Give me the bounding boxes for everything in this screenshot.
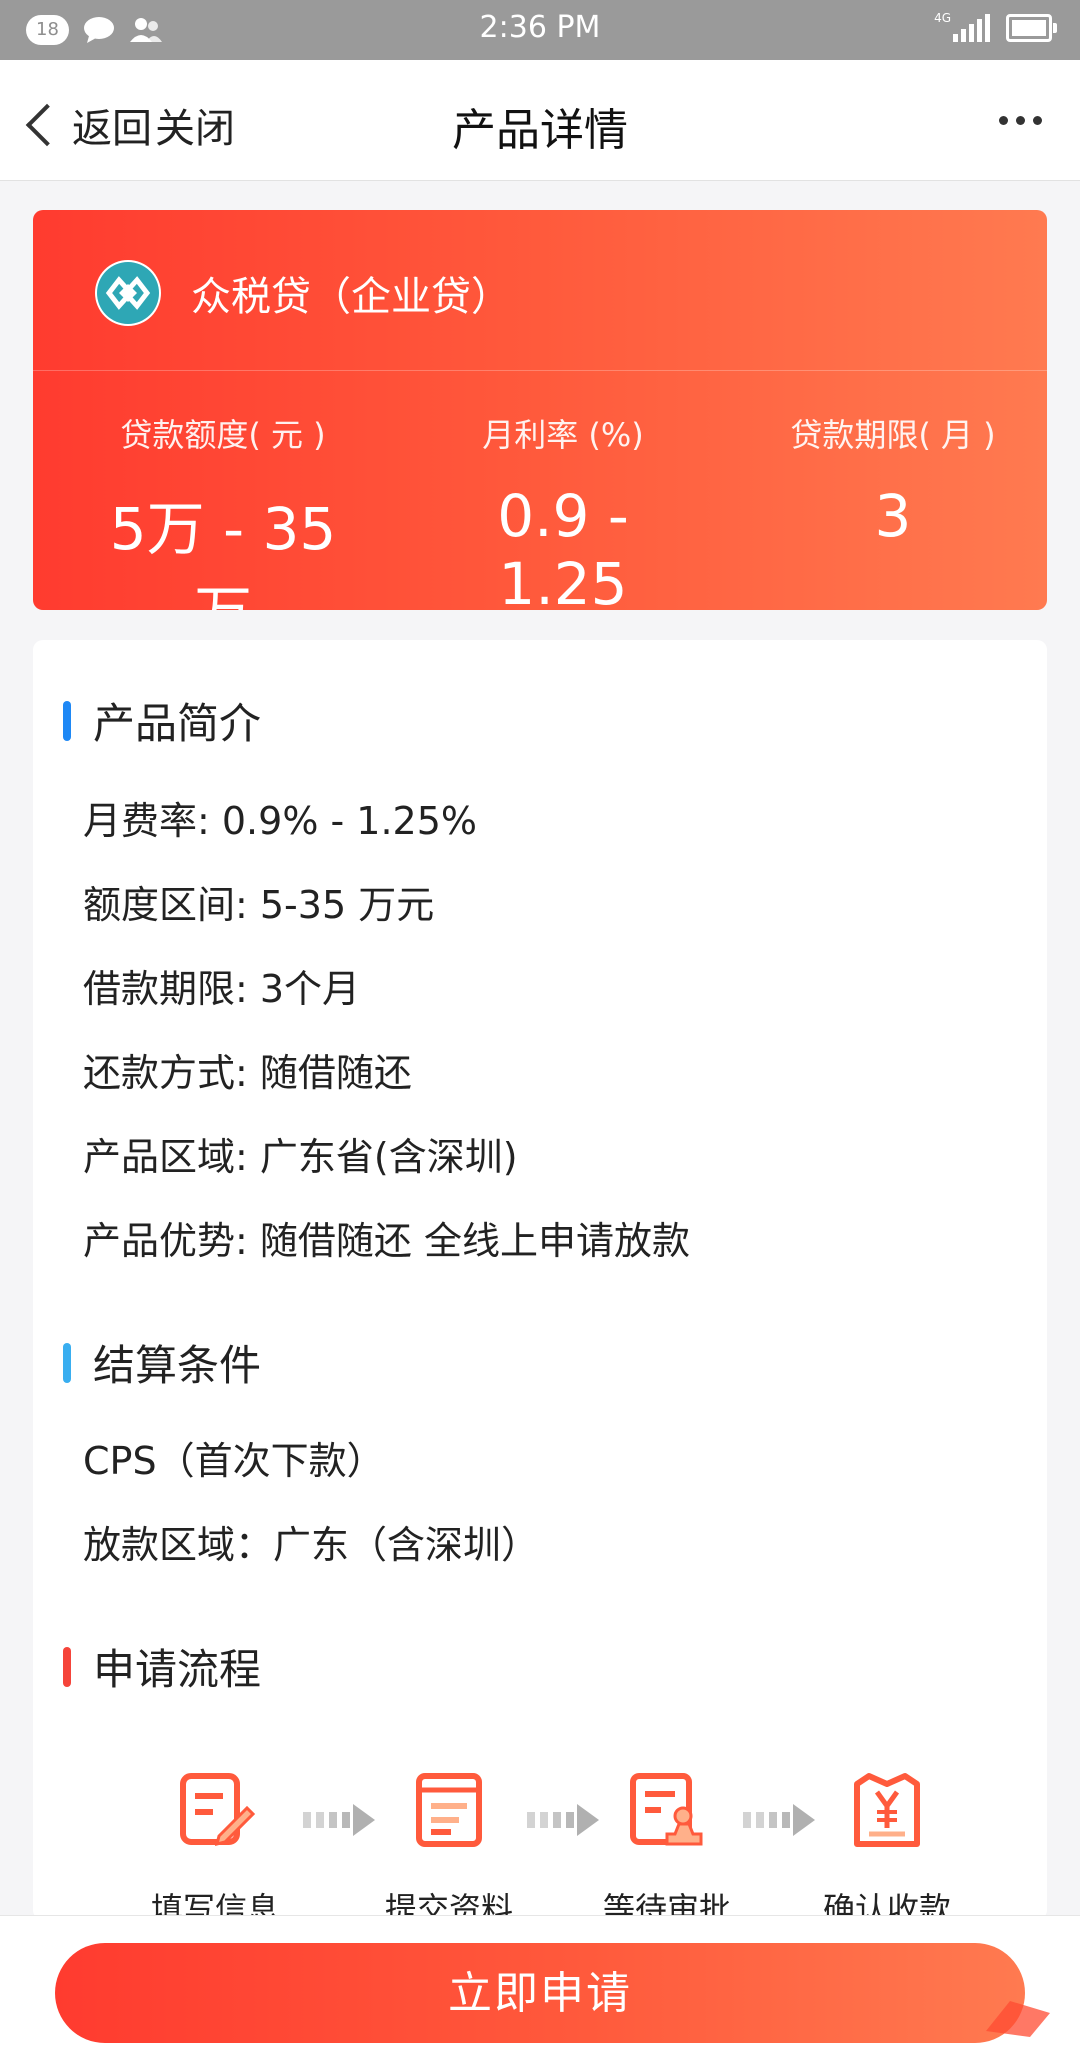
stat-monthly-rate: 月利率 (%) 0.9 - 1.25 [433,410,693,610]
process-step-confirm-receipt: 确认收款 [807,1770,967,1930]
product-summary-card: 众税贷（企业贷） 贷款额度( 元 ) 5万 - 35万 月利率 (%) 0.9 … [33,210,1047,610]
section-accent-bar [63,700,71,741]
status-bar: 18 2:36 PM 4G [0,0,1080,60]
process-step-await-approval: 等待审批 [587,1770,747,1930]
section-title-text: 结算条件 [93,1341,262,1390]
process-step-fill-info: 填写信息 [135,1770,295,1930]
bottom-action-bar: 立即申请 [0,1915,1080,2061]
stat-loan-amount: 贷款额度( 元 ) 5万 - 35万 [93,410,353,610]
document-icon [416,1773,482,1847]
intro-line: 借款期限: 3个月 [83,967,361,1011]
product-logo-icon [95,260,161,326]
product-header: 众税贷（企业贷） [33,210,1047,371]
intro-line: 还款方式: 随借随还 [83,1051,412,1095]
yuan-receipt-icon [854,1773,920,1847]
edit-form-icon [180,1773,256,1847]
stat-loan-term: 贷款期限( 月 ) 3 [763,410,1023,550]
status-right: 4G [934,11,1057,42]
status-time: 2:36 PM [479,10,601,45]
network-type-label: 4G [934,11,951,25]
settlement-line: CPS（首次下款） [83,1439,385,1483]
stat-value: 3 [874,482,912,550]
product-details-card: 产品简介 月费率: 0.9% - 1.25% 额度区间: 5-35 万元 借款期… [33,640,1047,1928]
process-step-submit-docs: 提交资料 [369,1770,529,1930]
intro-line: 产品区域: 广东省(含深圳) [83,1135,518,1179]
stat-value: 0.9 - 1.25 [497,482,629,610]
approval-stamp-icon [630,1773,703,1846]
flow-arrow-icon [743,1804,815,1836]
apply-now-button[interactable]: 立即申请 [55,1943,1025,2043]
section-title-text: 产品简介 [93,699,262,748]
section-title-intro: 产品简介 [63,690,261,751]
settlement-line: 放款区域：广东（含深圳） [83,1523,540,1567]
section-title-settlement: 结算条件 [63,1332,261,1393]
section-title-text: 申请流程 [93,1645,262,1694]
flow-arrow-icon [303,1804,375,1836]
watermark-logo-icon [986,2001,1050,2037]
product-name: 众税贷（企业贷） [191,274,511,320]
intro-line: 产品优势: 随借随还 全线上申请放款 [83,1219,690,1263]
battery-icon [1006,14,1057,42]
more-options-icon[interactable] [999,116,1042,125]
stat-label: 月利率 (%) [482,416,644,454]
page-title: 产品详情 [452,105,628,156]
section-accent-bar [63,1342,71,1383]
intro-line: 月费率: 0.9% - 1.25% [83,799,478,843]
intro-line: 额度区间: 5-35 万元 [83,883,435,927]
stat-value: 5万 - 35万 [109,495,337,610]
nav-bar: 返回 关闭 产品详情 [0,60,1080,181]
stat-label: 贷款额度( 元 ) [120,416,326,454]
section-accent-bar [63,1646,71,1687]
section-title-process: 申请流程 [63,1636,261,1697]
signal-strength-icon [953,14,990,42]
stat-label: 贷款期限( 月 ) [790,416,996,454]
